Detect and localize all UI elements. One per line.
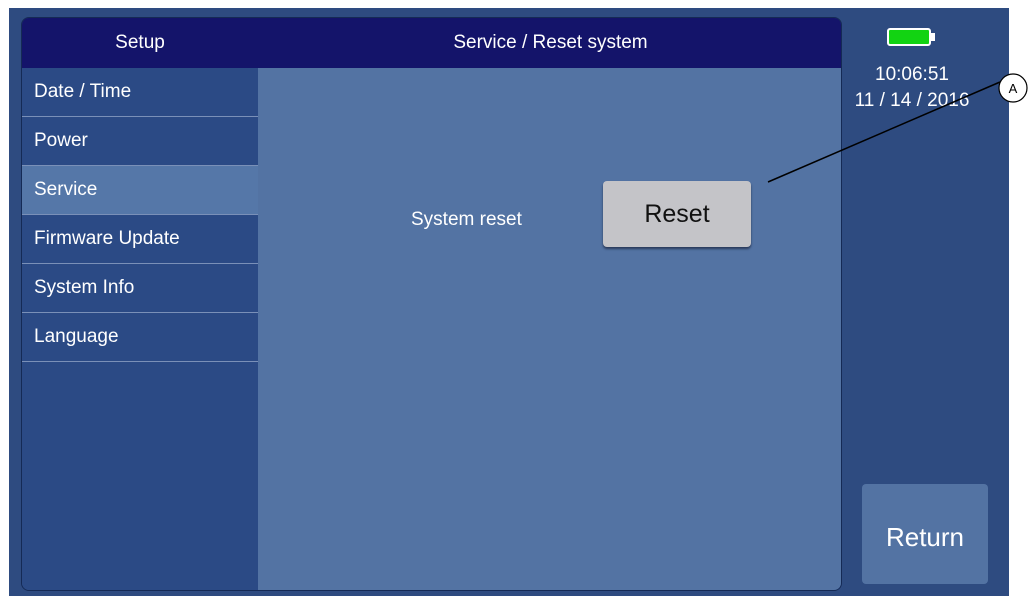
callout-label: A [1009,81,1018,96]
callout-leader-line [767,81,1001,183]
callout-annotation: A [767,73,1028,183]
